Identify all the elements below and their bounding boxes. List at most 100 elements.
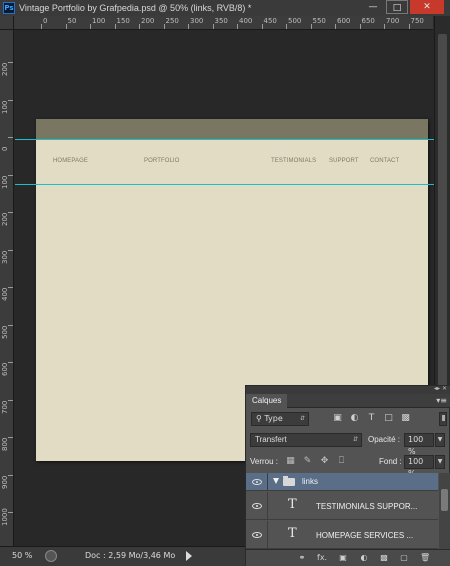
- ruler-tick: [114, 24, 116, 29]
- ruler-label: 150: [116, 17, 130, 25]
- opacity-label: Opacité :: [368, 435, 401, 444]
- ruler-tick: [8, 99, 13, 101]
- blend-row: Transfert ⇵ Opacité : 100 % ▼: [249, 433, 446, 456]
- layer-row-text[interactable]: T TESTIMONIALS SUPPOR...: [246, 492, 438, 520]
- ruler-label: 50: [67, 17, 77, 25]
- search-icon: ⚲: [256, 414, 262, 423]
- filter-shape-icon[interactable]: □: [383, 413, 394, 424]
- ruler-label: 600: [337, 17, 351, 25]
- lock-position-icon[interactable]: ✥: [319, 456, 330, 467]
- nav-portfolio-text: PORTFOLIO: [144, 158, 180, 164]
- add-mask-icon[interactable]: ▣: [338, 553, 348, 563]
- link-layers-icon[interactable]: ⚭: [297, 553, 307, 563]
- layer-row-group[interactable]: links: [246, 473, 438, 491]
- ruler-label: 750: [410, 17, 424, 25]
- layer-name[interactable]: links: [302, 477, 318, 486]
- ruler-tick: [384, 24, 385, 29]
- ruler-label: 400: [239, 17, 253, 25]
- zoom-level[interactable]: 50 %: [12, 551, 32, 560]
- ruler-label: 100: [1, 100, 9, 114]
- nav-support-text: SUPPORT: [329, 158, 359, 164]
- ruler-tick: [65, 24, 67, 29]
- nav-contact-text: CONTACT: [370, 158, 400, 164]
- horizontal-ruler[interactable]: 0 50 100 150 200 250 300 350 400 450 500 550 600 650 7…: [14, 16, 433, 30]
- adjustment-layer-icon[interactable]: ◐: [359, 553, 369, 563]
- layer-filter-row: ⚲ Type ⇵ ▣ ◐ T □ ▩: [249, 412, 447, 428]
- tab-calques[interactable]: Calques: [246, 394, 288, 408]
- lock-label: Verrou :: [250, 457, 279, 466]
- eye-icon: [252, 479, 262, 485]
- expand-triangle-icon[interactable]: [273, 478, 279, 484]
- opacity-dropdown[interactable]: ▼: [435, 433, 445, 447]
- horizontal-guide[interactable]: [15, 139, 434, 140]
- ruler-tick: [286, 24, 287, 29]
- collapse-panel-icon[interactable]: ◂▸ ✕: [434, 385, 447, 392]
- lock-transparency-icon[interactable]: ▦: [285, 456, 296, 467]
- chevron-down-icon: ▼: [437, 436, 443, 443]
- minimize-button[interactable]: —: [362, 0, 384, 14]
- chevron-down-icon: ▼: [437, 458, 443, 465]
- status-menu-arrow-icon[interactable]: [186, 551, 192, 561]
- filter-smart-object-icon[interactable]: ▩: [400, 413, 411, 424]
- document-header-band: [36, 119, 428, 139]
- maximize-button[interactable]: □: [386, 0, 408, 14]
- filter-pixel-icon[interactable]: ▣: [332, 413, 343, 424]
- ruler-label: 250: [165, 17, 179, 25]
- fx-icon[interactable]: fx.: [317, 553, 327, 563]
- ruler-tick: [8, 174, 13, 176]
- layer-list: links T TESTIMONIALS SUPPOR... T HOMEPAG…: [246, 473, 438, 549]
- layer-list-scrollbar[interactable]: [439, 473, 450, 549]
- panel-menu-icon[interactable]: ▾≡: [436, 396, 447, 405]
- ruler-label: 700: [1, 400, 9, 414]
- document-title: Vintage Portfolio by Grafpedia.psd @ 50%…: [19, 3, 252, 13]
- ruler-label: 350: [214, 17, 228, 25]
- ruler-label: 450: [263, 17, 277, 25]
- ruler-tick: [90, 24, 91, 29]
- layer-name[interactable]: HOMEPAGE SERVICES ...: [316, 531, 434, 540]
- ruler-tick: [310, 24, 312, 29]
- filter-type-icon[interactable]: T: [366, 413, 377, 424]
- close-button[interactable]: ✕: [410, 0, 444, 14]
- ruler-label: 200: [1, 212, 9, 226]
- vertical-ruler[interactable]: 200 100 0 100 200 300 400 500 600 700 800 900 1000: [0, 30, 14, 546]
- ruler-tick: [8, 512, 13, 513]
- layer-row-text[interactable]: T HOMEPAGE SERVICES ...: [246, 521, 438, 549]
- lock-row: Verrou : ▦ ✎ ✥ ⎕ Fond : 100 % ▼: [249, 455, 446, 478]
- filter-toggle-switch[interactable]: [439, 412, 447, 426]
- text-layer-icon: T: [288, 497, 297, 512]
- fill-input[interactable]: 100 %: [404, 455, 434, 478]
- maximize-icon: □: [392, 3, 402, 13]
- scrollbar-thumb[interactable]: [441, 489, 448, 511]
- ruler-origin[interactable]: [0, 16, 14, 30]
- blend-mode-select[interactable]: Transfert ⇵: [250, 433, 362, 447]
- panel-footer: ⚭ fx. ▣ ◐ ▩ ▢ 🗑: [246, 549, 450, 566]
- ruler-tick: [408, 24, 410, 29]
- lock-pixels-icon[interactable]: ✎: [302, 456, 313, 467]
- fill-label: Fond :: [379, 457, 402, 466]
- ruler-tick: [8, 212, 13, 213]
- horizontal-guide[interactable]: [15, 184, 434, 185]
- visibility-toggle[interactable]: [246, 492, 268, 519]
- scrollbar-thumb[interactable]: [438, 34, 447, 434]
- opacity-input[interactable]: 100 %: [404, 433, 434, 456]
- ruler-tick: [8, 474, 13, 476]
- ruler-tick: [8, 287, 13, 288]
- text-layer-icon: T: [288, 526, 297, 541]
- filter-kind-select[interactable]: ⚲ Type ⇵: [251, 412, 309, 426]
- new-layer-icon[interactable]: ▢: [399, 553, 409, 563]
- new-group-icon[interactable]: ▩: [379, 553, 389, 563]
- filter-adjustment-icon[interactable]: ◐: [349, 413, 360, 424]
- ruler-label: 200: [1, 62, 9, 76]
- close-icon: ✕: [423, 2, 431, 12]
- visibility-toggle[interactable]: [246, 473, 268, 490]
- delete-layer-icon[interactable]: 🗑: [420, 553, 430, 563]
- ruler-tick: [261, 24, 263, 29]
- ruler-label: 100: [92, 17, 106, 25]
- visibility-toggle[interactable]: [246, 521, 268, 548]
- status-indicator-icon[interactable]: [45, 550, 57, 562]
- lock-all-icon[interactable]: ⎕: [336, 456, 347, 467]
- folder-icon: [283, 476, 295, 486]
- ruler-tick: [8, 437, 13, 438]
- fill-dropdown[interactable]: ▼: [435, 455, 445, 469]
- layer-name[interactable]: TESTIMONIALS SUPPOR...: [316, 502, 434, 511]
